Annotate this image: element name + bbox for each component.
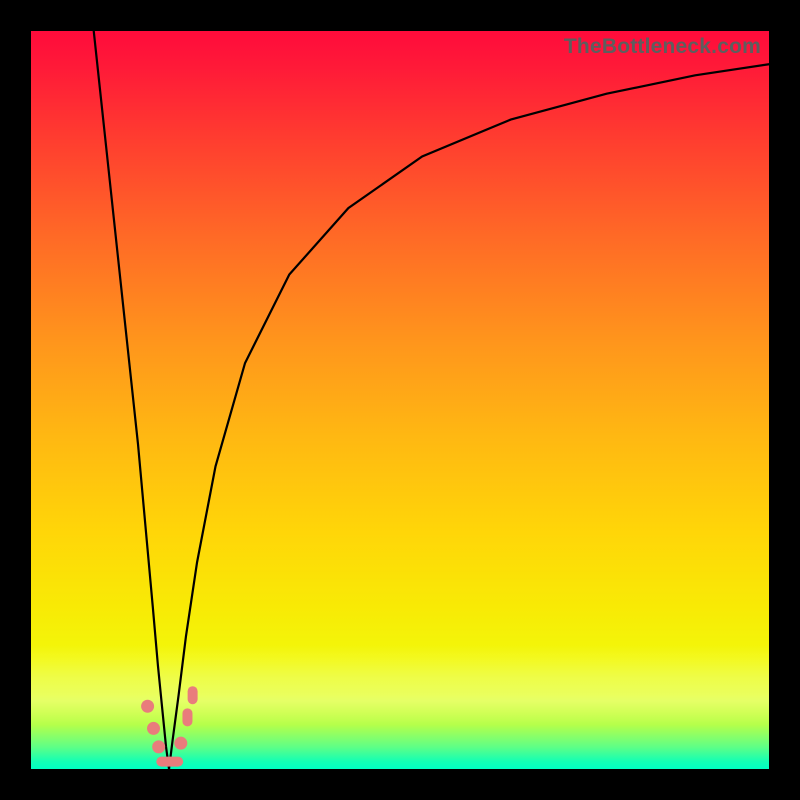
data-marker	[182, 708, 192, 726]
data-marker	[188, 686, 198, 704]
data-marker	[152, 740, 165, 753]
data-marker	[165, 757, 183, 767]
data-marker	[174, 737, 187, 750]
chart-frame: TheBottleneck.com	[0, 0, 800, 800]
data-marker	[147, 722, 160, 735]
curve-layer	[31, 31, 769, 769]
data-markers	[141, 686, 198, 766]
plot-area: TheBottleneck.com	[31, 31, 769, 769]
bottleneck-curve-right	[169, 64, 769, 769]
bottleneck-curve-left	[94, 31, 169, 769]
data-marker	[141, 700, 154, 713]
